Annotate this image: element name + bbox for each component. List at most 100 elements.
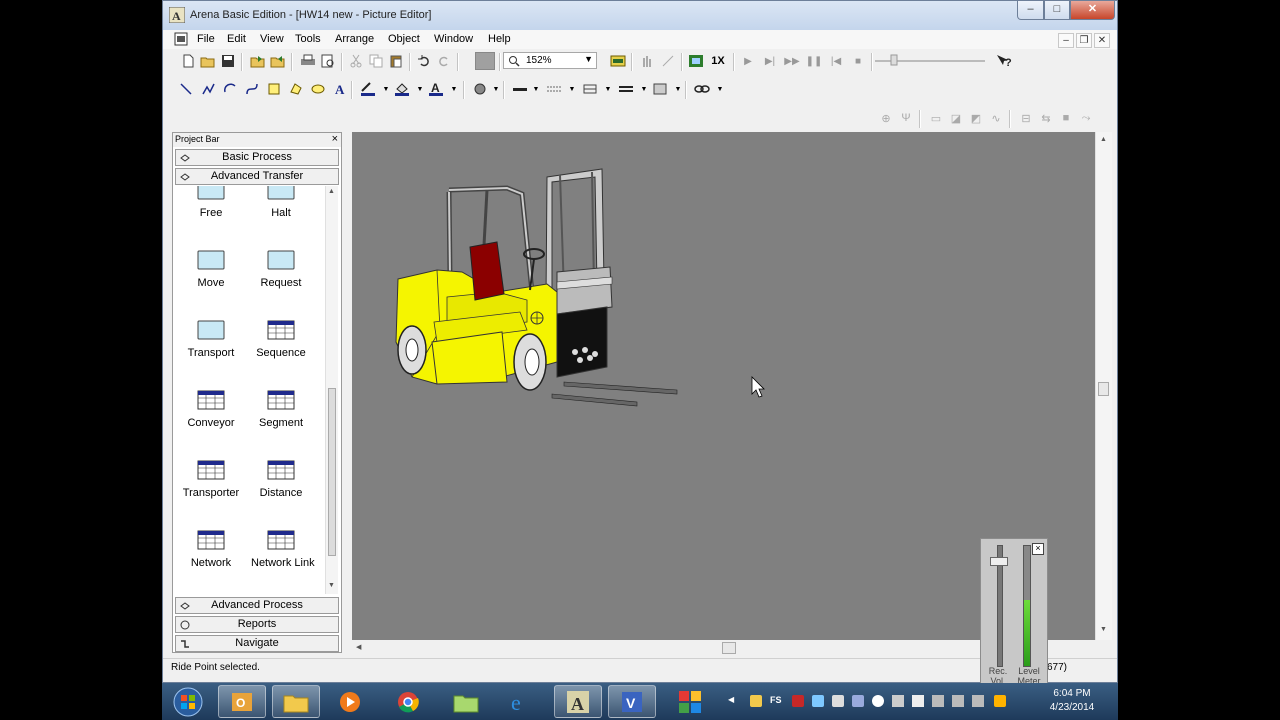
- print-preview-icon[interactable]: [319, 52, 337, 70]
- menu-edit[interactable]: Edit: [227, 33, 246, 45]
- module-network[interactable]: Network: [181, 530, 241, 569]
- step-icon[interactable]: ▶|: [761, 52, 779, 70]
- line-tool-icon[interactable]: [177, 80, 195, 98]
- context-help-icon[interactable]: ?: [995, 52, 1013, 70]
- line-pattern-icon[interactable]: [617, 80, 635, 98]
- station-icon[interactable]: ⊕: [877, 109, 895, 127]
- save-icon[interactable]: [219, 52, 237, 70]
- arena-app-icon[interactable]: A: [169, 7, 185, 23]
- fill-color-swatch-icon[interactable]: [475, 52, 495, 70]
- tray-shield-icon[interactable]: [750, 695, 762, 707]
- tray-monitor-icon[interactable]: [932, 695, 944, 707]
- animation-icon[interactable]: [687, 52, 705, 70]
- tray-notification-icon[interactable]: [994, 695, 1006, 707]
- panel-navigate[interactable]: Navigate: [175, 635, 339, 652]
- text-color-icon[interactable]: A: [427, 80, 445, 98]
- network-icon[interactable]: ■: [1057, 109, 1075, 127]
- tray-recorder-icon[interactable]: [792, 695, 804, 707]
- chevron-down-icon[interactable]: ▼: [527, 80, 545, 98]
- menu-window[interactable]: Window: [434, 33, 473, 45]
- tray-volume-icon[interactable]: [972, 695, 984, 707]
- box-tool-icon[interactable]: [265, 80, 283, 98]
- text-tool-icon[interactable]: A: [331, 80, 349, 98]
- route-icon[interactable]: ∿: [987, 109, 1005, 127]
- module-sequence[interactable]: Sequence: [251, 320, 311, 359]
- module-segment[interactable]: Segment: [251, 390, 311, 429]
- scroll-thumb[interactable]: [722, 642, 736, 654]
- module-list-scrollbar[interactable]: ▲ ▼: [325, 186, 338, 594]
- polyline-tool-icon[interactable]: [199, 80, 217, 98]
- tray-fs-icon[interactable]: FS: [770, 695, 782, 707]
- tray-network-icon[interactable]: [952, 695, 964, 707]
- line-color-icon[interactable]: [359, 80, 377, 98]
- cut-icon[interactable]: [347, 52, 365, 70]
- tray-bluetooth-icon[interactable]: [872, 695, 884, 707]
- taskbar-folder[interactable]: [442, 685, 490, 718]
- taskbar-explorer[interactable]: [272, 685, 320, 718]
- template-detach-icon[interactable]: [269, 52, 287, 70]
- scroll-left-icon[interactable]: ◀: [356, 643, 361, 651]
- new-file-icon[interactable]: [179, 52, 197, 70]
- chevron-down-icon[interactable]: ▼: [599, 80, 617, 98]
- hand-icon[interactable]: [637, 52, 655, 70]
- scroll-thumb[interactable]: [1098, 382, 1109, 396]
- menu-object[interactable]: Object: [388, 33, 420, 45]
- panel-advanced-process[interactable]: Advanced Process: [175, 597, 339, 614]
- tray-flag-icon[interactable]: [892, 695, 904, 707]
- fill-color-icon[interactable]: [393, 80, 411, 98]
- menu-help[interactable]: Help: [488, 33, 511, 45]
- redo-icon[interactable]: [435, 52, 453, 70]
- tray-network-drive-icon[interactable]: [852, 695, 864, 707]
- start-button[interactable]: [164, 685, 212, 718]
- link-style-icon[interactable]: [693, 80, 711, 98]
- module-distance[interactable]: Distance: [251, 460, 311, 499]
- taskbar-internet-explorer[interactable]: e: [496, 685, 544, 718]
- menu-view[interactable]: View: [260, 33, 284, 45]
- taskbar-outlook[interactable]: O: [218, 685, 266, 718]
- module-halt[interactable]: Halt: [251, 186, 311, 219]
- connector-icon[interactable]: [659, 52, 677, 70]
- module-free[interactable]: Free: [181, 186, 241, 219]
- menu-tools[interactable]: Tools: [295, 33, 321, 45]
- open-folder-icon[interactable]: [199, 52, 217, 70]
- stop-icon[interactable]: ■: [849, 52, 867, 70]
- menu-arrange[interactable]: Arrange: [335, 33, 374, 45]
- taskbar-visio[interactable]: V: [608, 685, 656, 718]
- document-icon[interactable]: [174, 32, 188, 46]
- line-style-icon[interactable]: [545, 80, 563, 98]
- segment-icon[interactable]: ⊟: [1017, 109, 1035, 127]
- promote-path-icon[interactable]: ⤳: [1077, 109, 1095, 127]
- scroll-down-icon[interactable]: ▼: [328, 582, 335, 589]
- tray-sync-icon[interactable]: [912, 695, 924, 707]
- parking-icon[interactable]: ▭: [927, 109, 945, 127]
- polygon-tool-icon[interactable]: [287, 80, 305, 98]
- mdi-minimize-button[interactable]: –: [1058, 33, 1074, 48]
- print-icon[interactable]: [299, 52, 317, 70]
- template-attach-icon[interactable]: [249, 52, 267, 70]
- module-network-link[interactable]: Network Link: [251, 530, 315, 569]
- copy-icon[interactable]: [367, 52, 385, 70]
- rec-volume-thumb[interactable]: [990, 557, 1008, 566]
- zoom-dropdown[interactable]: 152% ▼: [503, 52, 597, 69]
- storage-icon[interactable]: ◪: [947, 109, 965, 127]
- bezier-tool-icon[interactable]: [243, 80, 261, 98]
- arc-tool-icon[interactable]: [221, 80, 239, 98]
- pause-icon[interactable]: ❚❚: [805, 52, 823, 70]
- scroll-down-icon[interactable]: ▼: [1100, 626, 1107, 633]
- run-speed-button[interactable]: 1X: [707, 52, 729, 70]
- intersection-icon[interactable]: Ψ: [897, 109, 915, 127]
- tray-keyboard-icon[interactable]: [832, 695, 844, 707]
- chevron-down-icon[interactable]: ▼: [563, 80, 581, 98]
- transporter-icon[interactable]: ⇆: [1037, 109, 1055, 127]
- mdi-restore-button[interactable]: ❐: [1076, 33, 1092, 48]
- module-transport[interactable]: Transport: [181, 320, 241, 359]
- layers-icon[interactable]: [609, 52, 627, 70]
- panel-advanced-transfer[interactable]: Advanced Transfer: [175, 168, 339, 185]
- arrow-style-icon[interactable]: [581, 80, 599, 98]
- close-button[interactable]: ✕: [1070, 1, 1115, 20]
- menu-file[interactable]: File: [197, 33, 215, 45]
- taskbar-office[interactable]: [666, 685, 714, 718]
- tray-camera-icon[interactable]: [812, 695, 824, 707]
- maximize-button[interactable]: □: [1044, 1, 1070, 20]
- animation-speed-slider[interactable]: [875, 53, 985, 67]
